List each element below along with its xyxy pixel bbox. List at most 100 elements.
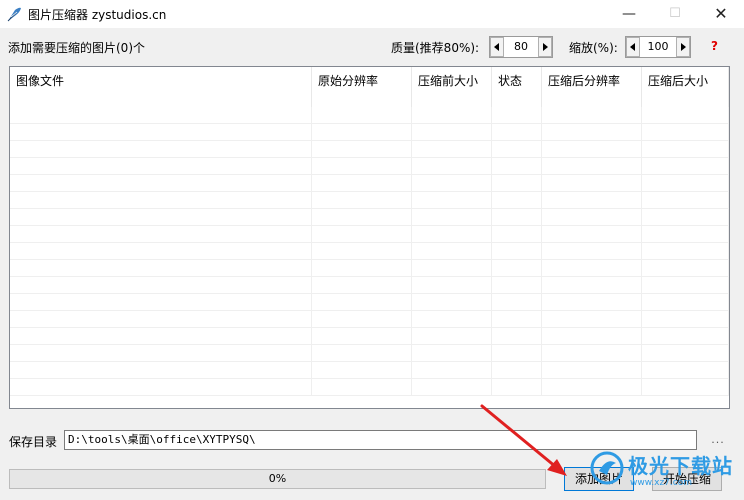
table-row [10, 294, 729, 311]
table-cell [492, 192, 542, 209]
table-cell [642, 243, 729, 260]
table-cell [312, 107, 412, 124]
table-cell [492, 328, 542, 345]
table-cell [642, 124, 729, 141]
start-compress-button[interactable]: 开始压缩 [652, 467, 722, 491]
table-row [10, 311, 729, 328]
table-cell [492, 294, 542, 311]
quality-increase-button[interactable] [538, 37, 552, 57]
close-button[interactable]: ✕ [698, 0, 744, 28]
table-cell [10, 107, 312, 124]
table-cell [312, 192, 412, 209]
table-cell [492, 226, 542, 243]
table-cell [412, 362, 492, 379]
window-title: 图片压缩器 zystudios.cn [28, 8, 167, 22]
table-cell [10, 158, 312, 175]
table-cell [10, 192, 312, 209]
table-cell [492, 141, 542, 158]
table-row [10, 328, 729, 345]
table-cell [642, 379, 729, 396]
table-body [10, 107, 729, 408]
table-cell [412, 226, 492, 243]
column-header-compressed-resolution[interactable]: 压缩后分辨率 [542, 67, 642, 107]
quality-value[interactable]: 80 [504, 37, 538, 57]
table-cell [312, 362, 412, 379]
table-row [10, 226, 729, 243]
table-row [10, 158, 729, 175]
scale-spinner[interactable]: 100 [625, 36, 691, 58]
quality-spinner[interactable]: 80 [489, 36, 553, 58]
table-cell [542, 277, 642, 294]
app-feather-icon [7, 7, 21, 22]
table-cell [312, 158, 412, 175]
table-cell [492, 124, 542, 141]
column-header-size-before[interactable]: 压缩前大小 [412, 67, 492, 107]
table-cell [10, 175, 312, 192]
table-cell [312, 209, 412, 226]
table-cell [10, 209, 312, 226]
arrow-right-icon [543, 43, 548, 51]
table-header: 图像文件 原始分辨率 压缩前大小 状态 压缩后分辨率 压缩后大小 [10, 67, 729, 107]
table-cell [542, 107, 642, 124]
table-row [10, 277, 729, 294]
table-cell [642, 345, 729, 362]
table-cell [10, 124, 312, 141]
table-cell [412, 328, 492, 345]
table-cell [642, 141, 729, 158]
table-cell [412, 209, 492, 226]
table-cell [642, 158, 729, 175]
table-row [10, 124, 729, 141]
table-cell [542, 226, 642, 243]
table-cell [10, 362, 312, 379]
table-cell [10, 379, 312, 396]
help-button[interactable]: ? [711, 39, 718, 53]
table-cell [642, 209, 729, 226]
column-header-original-resolution[interactable]: 原始分辨率 [312, 67, 412, 107]
table-cell [642, 192, 729, 209]
table-cell [642, 277, 729, 294]
arrow-left-icon [494, 43, 499, 51]
table-cell [10, 277, 312, 294]
maximize-button[interactable]: ☐ [652, 0, 698, 28]
scale-value[interactable]: 100 [640, 37, 676, 57]
progress-text: 0% [268, 472, 287, 485]
table-cell [642, 362, 729, 379]
table-cell [492, 345, 542, 362]
table-cell [312, 345, 412, 362]
table-cell [412, 158, 492, 175]
column-header-status[interactable]: 状态 [492, 67, 542, 107]
table-row [10, 192, 729, 209]
table-cell [10, 243, 312, 260]
quality-decrease-button[interactable] [490, 37, 504, 57]
table-cell [542, 192, 642, 209]
table-cell [10, 226, 312, 243]
image-count-label: 添加需要压缩的图片(0)个 [8, 41, 145, 55]
table-row [10, 345, 729, 362]
table-cell [312, 226, 412, 243]
table-cell [312, 124, 412, 141]
table-cell [492, 175, 542, 192]
table-cell [642, 226, 729, 243]
table-cell [312, 328, 412, 345]
table-cell [642, 294, 729, 311]
minimize-button[interactable]: — [606, 0, 652, 28]
image-file-table[interactable]: 图像文件 原始分辨率 压缩前大小 状态 压缩后分辨率 压缩后大小 [9, 66, 730, 409]
table-row [10, 260, 729, 277]
table-cell [492, 243, 542, 260]
table-cell [542, 209, 642, 226]
column-header-size-after[interactable]: 压缩后大小 [642, 67, 729, 107]
browse-button[interactable]: ... [703, 433, 733, 446]
table-cell [412, 277, 492, 294]
quality-label: 质量(推荐80%): [391, 41, 480, 55]
scale-decrease-button[interactable] [626, 37, 640, 57]
table-cell [312, 175, 412, 192]
table-row [10, 243, 729, 260]
column-header-image-file[interactable]: 图像文件 [10, 67, 312, 107]
add-images-button[interactable]: 添加图片 [564, 467, 634, 491]
scale-increase-button[interactable] [676, 37, 690, 57]
save-directory-input[interactable]: D:\tools\桌面\office\XYTPYSQ\ [64, 430, 697, 450]
scale-label: 缩放(%): [569, 41, 618, 55]
table-cell [642, 107, 729, 124]
table-cell [492, 158, 542, 175]
table-cell [10, 311, 312, 328]
